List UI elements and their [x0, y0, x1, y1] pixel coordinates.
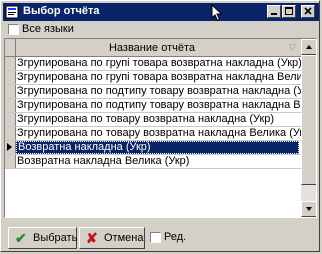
report-name-cell: Згрупирована по товару возвратна накладн… — [17, 113, 275, 125]
maximize-button[interactable] — [282, 5, 296, 18]
row-indicator — [5, 85, 16, 98]
table-row[interactable]: Згрупирована по товару возвратна накладн… — [5, 127, 314, 141]
scroll-down-button[interactable] — [301, 201, 316, 217]
scroll-up-button[interactable] — [301, 39, 316, 55]
row-indicator — [5, 127, 16, 140]
scroll-thumb[interactable] — [301, 55, 316, 185]
column-header-report-name[interactable]: Название отчёта — [17, 42, 287, 54]
select-button[interactable]: ✔ Выбрать — [8, 227, 77, 249]
report-grid[interactable]: Название отчёта ▽ Згрупирована по групі … — [4, 38, 317, 218]
select-button-label: Выбрать — [33, 232, 78, 244]
checkmark-icon: ✔ — [15, 230, 27, 246]
report-name-cell: Згрупирована по групі товара возвратна н… — [17, 71, 317, 83]
title-bar[interactable]: Выбор отчёта — [3, 3, 319, 21]
row-indicator — [5, 141, 16, 154]
close-button[interactable] — [301, 5, 315, 18]
table-row[interactable]: Згрупирована по подтипу товару возвратна… — [5, 99, 316, 113]
window-title: Выбор отчёта — [23, 5, 100, 17]
report-name-cell: Згрупирована по товару возвратна накладн… — [17, 127, 314, 139]
all-languages-label: Все языки — [22, 23, 74, 35]
report-select-dialog: Выбор отчёта Все языки Название отчёта ▽… — [0, 0, 320, 252]
mouse-cursor-icon — [211, 4, 223, 22]
report-icon — [5, 5, 19, 19]
edit-checkbox[interactable] — [150, 232, 161, 243]
table-row[interactable]: Згрупирована по подтипу товару возвратна… — [5, 85, 316, 99]
edit-label: Ред. — [164, 231, 187, 243]
row-indicator — [5, 71, 16, 84]
report-name-cell: Згрупирована по подтипу товару возвратна… — [17, 99, 316, 111]
row-indicator — [5, 113, 16, 126]
all-languages-checkbox[interactable] — [8, 24, 19, 35]
report-name-cell: Возвратна накладна Велика (Укр) — [17, 155, 190, 167]
cancel-button-label: Отмена — [104, 232, 144, 244]
cancel-button[interactable]: ✘ Отмена — [79, 227, 145, 249]
row-indicator — [5, 155, 16, 168]
table-row[interactable]: Згрупирована по групі товара возвратна н… — [5, 71, 316, 85]
arrow-down-icon — [306, 207, 312, 211]
table-row[interactable]: Возвратна накладна Велика (Укр) — [5, 155, 301, 169]
current-row-arrow-icon — [7, 143, 12, 151]
table-row[interactable]: Згрупирована по групі товара возвратна н… — [5, 57, 302, 71]
minimize-button[interactable] — [267, 5, 281, 18]
vertical-scrollbar[interactable] — [301, 39, 316, 217]
button-panel: ✔ Выбрать ✘ Отмена Ред. — [4, 223, 317, 251]
arrow-up-icon — [306, 45, 312, 49]
filter-icon[interactable]: ▽ — [289, 42, 296, 53]
grid-header: Название отчёта ▽ — [5, 39, 301, 57]
report-name-cell: Згрупирована по подтипу товару возвратна… — [17, 85, 317, 97]
report-name-cell: Возвратна накладна (Укр) — [16, 141, 299, 154]
table-row[interactable]: Згрупирована по товару возвратна накладн… — [5, 113, 301, 127]
report-name-cell: Згрупирована по групі товара возвратна н… — [17, 57, 302, 69]
row-indicator — [5, 99, 16, 112]
row-indicator — [5, 57, 16, 70]
row-indicator-header — [5, 39, 16, 56]
cross-icon: ✘ — [86, 230, 98, 246]
table-row-selected[interactable]: Возвратна накладна (Укр) — [5, 141, 301, 155]
grid-rows: Згрупирована по групі товара возвратна н… — [5, 57, 316, 169]
